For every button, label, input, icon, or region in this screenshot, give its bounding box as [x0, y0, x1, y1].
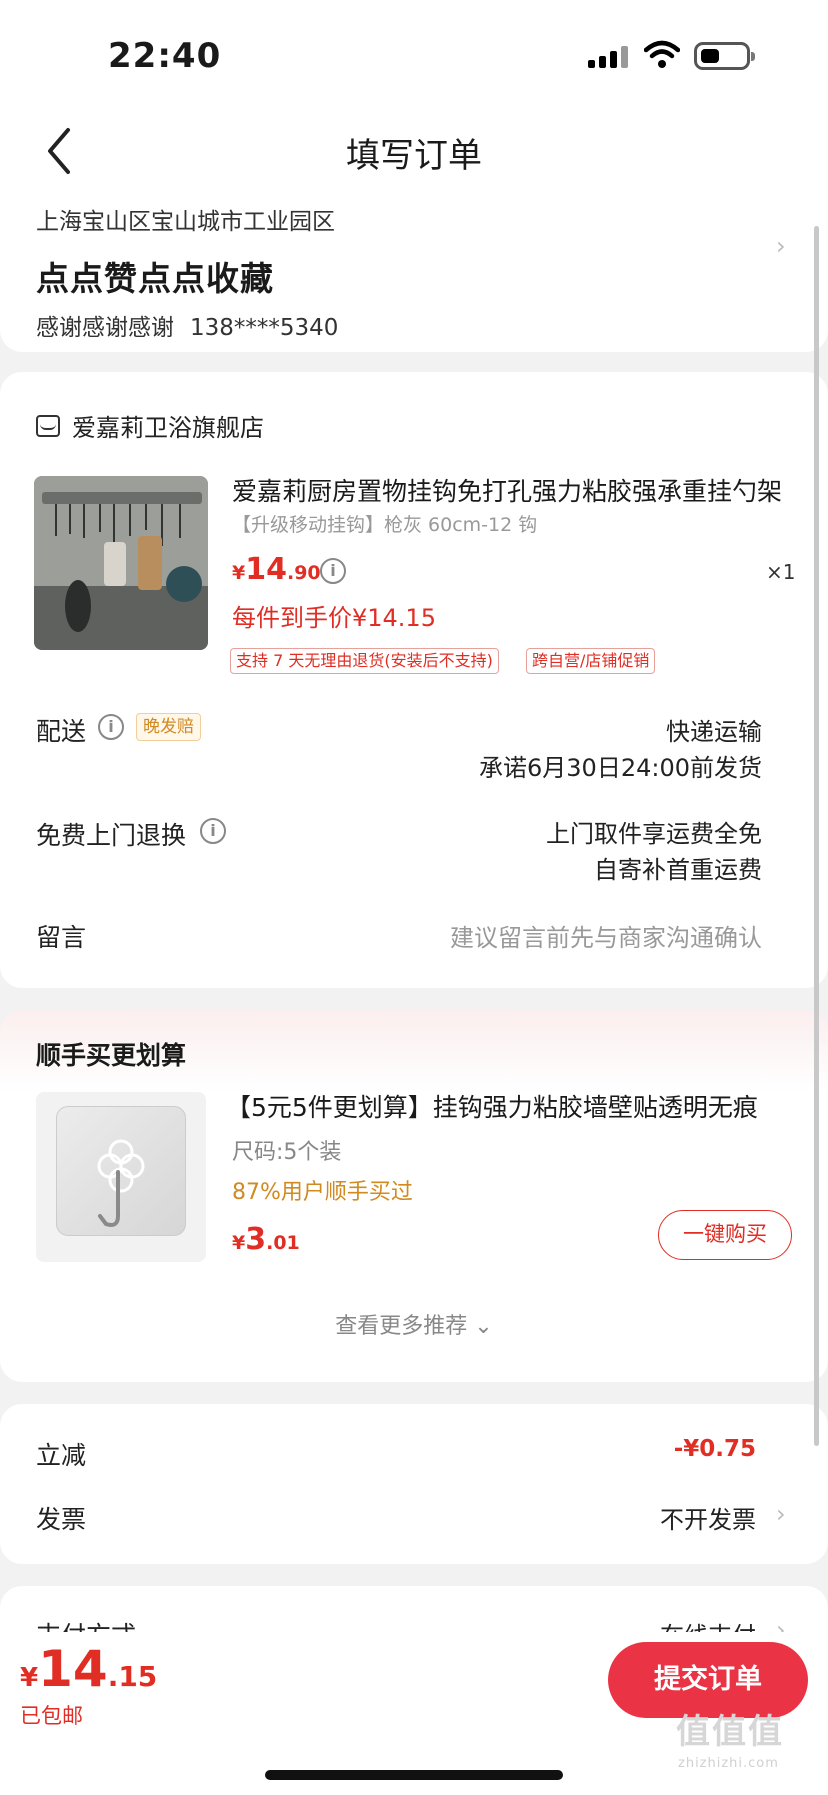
price-info-icon[interactable]: i [320, 558, 346, 584]
battery-icon [694, 42, 755, 70]
message-input[interactable]: 建议留言前先与商家沟通确认 [450, 918, 762, 953]
address-line: 上海宝山区宝山城市工业园区 [36, 209, 335, 235]
bottom-bar: ¥14.15 已包邮 提交订单 值值值 zhizhizhi.com [0, 1632, 828, 1795]
scrollbar[interactable] [814, 226, 819, 1446]
address-name: 点点赞点点收藏 [36, 259, 274, 298]
shop-icon [36, 414, 60, 437]
shop-name: 爱嘉莉卫浴旗舰店 [72, 414, 264, 442]
recommend-item-name[interactable]: 【5元5件更划算】挂钩强力粘胶墙壁贴透明无痕 [226, 1088, 792, 1124]
one-click-buy-button[interactable]: 一键购买 [658, 1210, 792, 1260]
watermark-logo: 值值值 [676, 1712, 784, 1752]
product-price: ¥14.90 [232, 552, 321, 587]
discount-label: 立减 [36, 1441, 87, 1470]
shop-row[interactable]: 爱嘉莉卫浴旗舰店 [36, 408, 264, 443]
product-quantity: ×1 [766, 560, 796, 584]
page-title: 填写订单 [346, 136, 482, 176]
invoice-label[interactable]: 发票 [36, 1500, 86, 1536]
shipping-status: 已包邮 [20, 1704, 83, 1728]
status-bar: 22:40 [0, 0, 828, 110]
late-compensation-badge: 晚发赔 [136, 713, 201, 741]
message-label: 留言 [36, 923, 87, 952]
returns-line-1: 上门取件享运费全免 [546, 820, 762, 848]
recommend-title: 顺手买更划算 [36, 1041, 187, 1070]
recommend-bought-text: 87%用户顺手买过 [232, 1180, 413, 1205]
chevron-down-icon: ⌄ [474, 1314, 493, 1339]
nav-bar: 填写订单 [0, 110, 828, 192]
recommend-item-spec: 尺码:5个装 [232, 1140, 342, 1165]
recommend-image[interactable] [36, 1092, 206, 1262]
chevron-right-icon: › [776, 232, 786, 260]
recipient-name: 感谢感谢感谢 [36, 315, 174, 341]
order-card: 爱嘉莉卫浴旗舰店 爱嘉莉厨房置物挂钩免打孔强力粘胶强承重挂勺架 【升级移动挂钩】… [0, 372, 828, 988]
more-recommend-link[interactable]: 查看更多推荐 ⌄ [0, 1308, 828, 1340]
returns-line-2: 自寄补首重运费 [594, 856, 762, 884]
address-contact: 感谢感谢感谢 138****5340 [36, 308, 338, 342]
discount-value: -¥0.75 [673, 1436, 756, 1462]
returns-info-icon[interactable]: i [200, 818, 226, 844]
invoice-value[interactable]: 不开发票 [660, 1500, 756, 1535]
promo-tag: 跨自营/店铺促销 [526, 648, 656, 674]
delivery-info-icon[interactable]: i [98, 714, 124, 740]
final-price: 每件到手价¥14.15 [232, 604, 436, 632]
product-title[interactable]: 爱嘉莉厨房置物挂钩免打孔强力粘胶强承重挂勺架 [232, 472, 794, 508]
product-sku[interactable]: 【升级移动挂钩】枪灰 60cm-12 钩 [232, 510, 537, 537]
address-card[interactable]: 上海宝山区宝山城市工业园区 点点赞点点收藏 感谢感谢感谢 138****5340 … [0, 192, 828, 352]
recipient-phone: 138****5340 [190, 315, 339, 341]
recommend-price: ¥3.01 [232, 1222, 300, 1257]
product-image[interactable] [34, 476, 208, 650]
signal-icon [588, 46, 628, 68]
home-indicator [265, 1770, 563, 1780]
delivery-promise: 承诺6月30日24:00前发货 [479, 754, 762, 782]
status-time: 22:40 [108, 36, 222, 76]
return-policy-tag: 支持 7 天无理由退货(安装后不支持) [230, 648, 499, 674]
delivery-method: 快递运输 [666, 718, 762, 746]
summary-card: 立减 -¥0.75 发票 不开发票 › [0, 1404, 828, 1564]
recommend-card: 顺手买更划算 【5元5件更划算】挂钩强力粘胶墙壁贴透明无痕 尺码:5个装 87%… [0, 1010, 828, 1382]
watermark-url: zhizhizhi.com [678, 1756, 779, 1771]
wifi-icon [644, 40, 680, 68]
total-price: ¥14.15 [20, 1640, 158, 1698]
delivery-label: 配送 [36, 717, 87, 746]
chevron-right-icon: › [776, 1500, 786, 1528]
returns-label: 免费上门退换 [36, 821, 187, 850]
